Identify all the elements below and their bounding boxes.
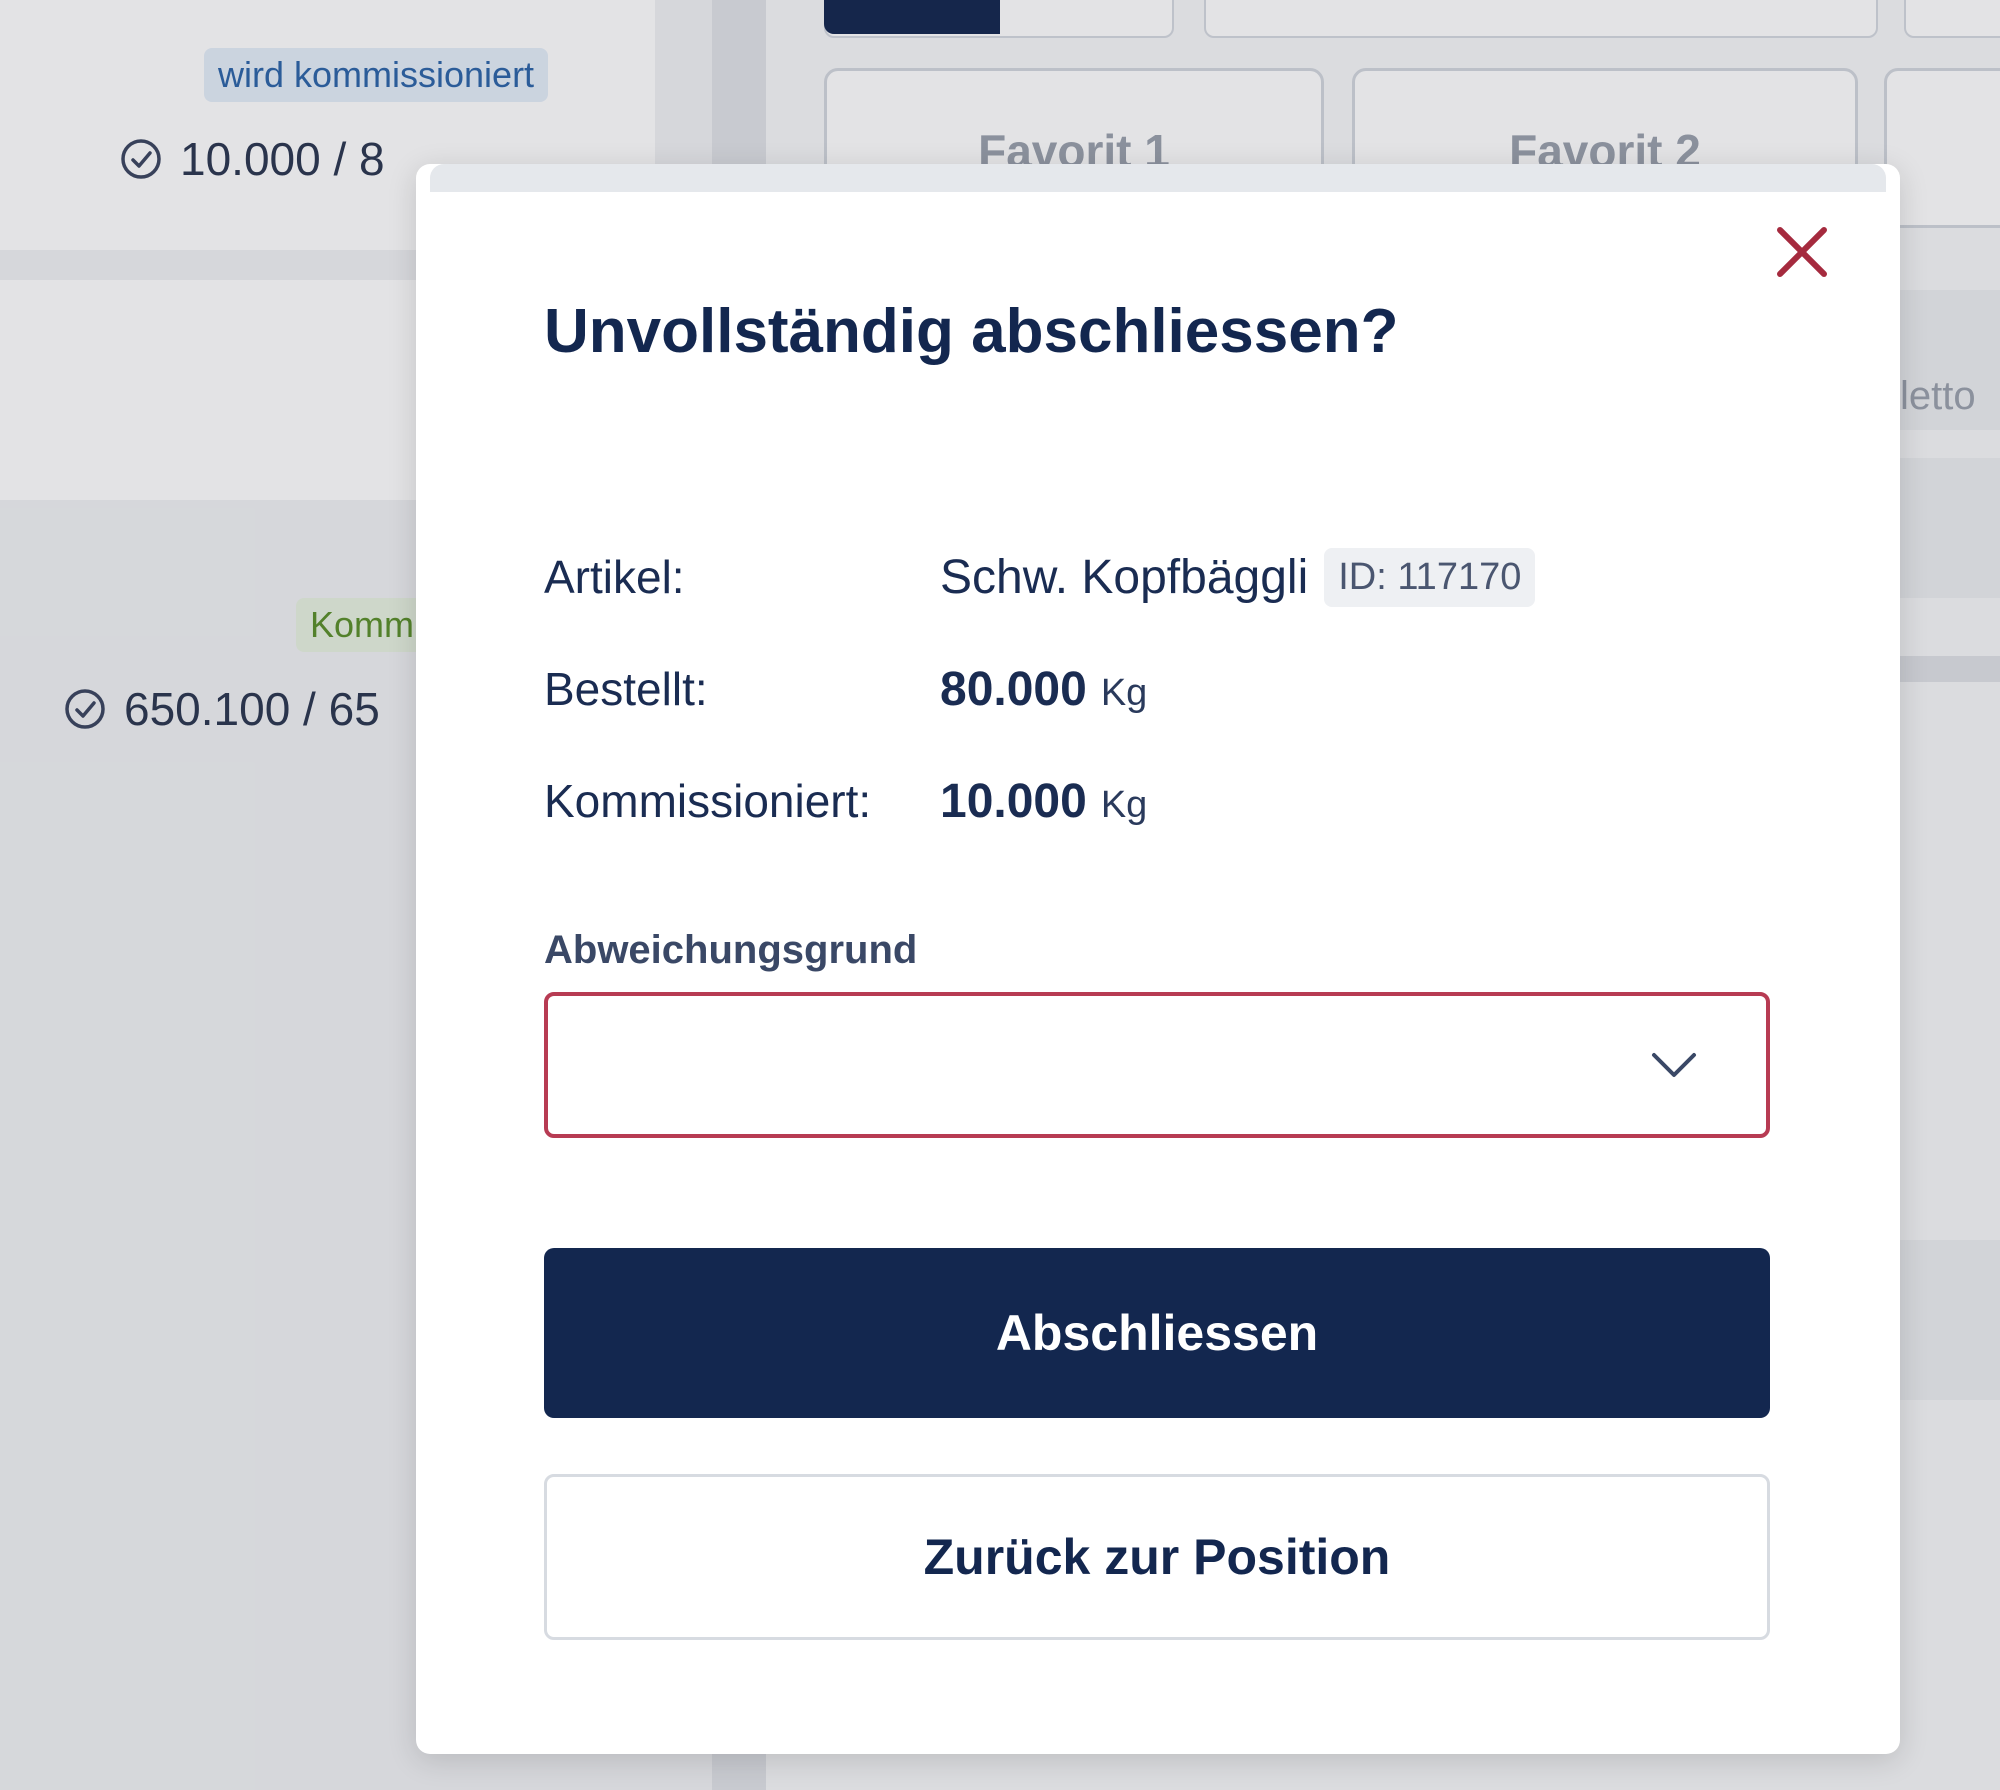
kommissioniert-number: 10.000: [940, 775, 1087, 828]
chevron-down-icon: [1652, 1053, 1696, 1077]
confirm-close-button[interactable]: Abschliessen: [544, 1248, 1770, 1418]
bestellt-value: 80.000 Kg: [940, 662, 1147, 717]
kommissioniert-value: 10.000 Kg: [940, 774, 1147, 829]
back-to-position-button[interactable]: Zurück zur Position: [544, 1474, 1770, 1640]
bestellt-number: 80.000: [940, 663, 1087, 716]
kommissioniert-label: Kommissioniert:: [544, 775, 872, 827]
article-id-badge: ID: 117170: [1324, 548, 1536, 607]
modal-top-bar: [430, 164, 1886, 192]
bestellt-label: Bestellt:: [544, 663, 708, 715]
artikel-label: Artikel:: [544, 551, 685, 603]
dialog-title: Unvollständig abschliessen?: [544, 297, 1399, 366]
bestellt-unit: Kg: [1100, 672, 1148, 714]
artikel-value: Schw. Kopfbäggli ID: 117170: [940, 548, 1536, 611]
close-icon[interactable]: [1770, 220, 1834, 284]
reason-field-label: Abweichungsgrund: [544, 928, 918, 972]
kommissioniert-unit: Kg: [1100, 784, 1148, 826]
reason-select[interactable]: [544, 992, 1770, 1138]
artikel-name: Schw. Kopfbäggli: [940, 551, 1309, 604]
incomplete-close-dialog: Unvollständig abschliessen? Artikel: Sch…: [416, 164, 1900, 1754]
